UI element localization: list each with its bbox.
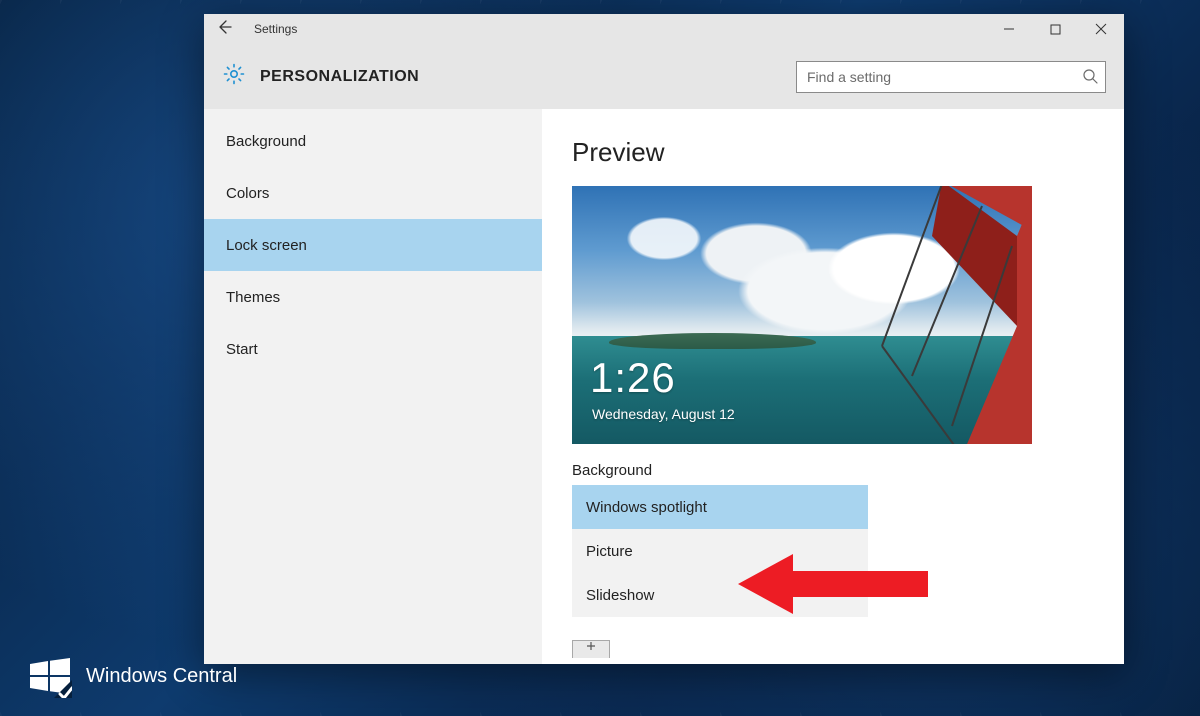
search-input[interactable] — [796, 61, 1106, 93]
back-arrow-icon — [216, 19, 232, 35]
sidebar: Background Colors Lock screen Themes Sta… — [204, 109, 542, 664]
dropdown-option-label: Picture — [586, 543, 633, 560]
sidebar-item-label: Lock screen — [226, 237, 307, 254]
window-controls — [986, 14, 1124, 44]
lock-screen-preview[interactable]: 1:26 Wednesday, August 12 — [572, 186, 1032, 444]
lock-screen-time: 1:26 — [590, 354, 676, 402]
back-button[interactable] — [216, 19, 244, 40]
plane-wing-graphic — [812, 186, 1032, 444]
page-heading: PERSONALIZATION — [260, 68, 419, 86]
dropdown-option-slideshow[interactable]: Slideshow — [572, 573, 868, 617]
sidebar-item-label: Themes — [226, 289, 280, 306]
titlebar: Settings — [204, 14, 1124, 44]
desktop-background: Settings — [0, 0, 1200, 716]
background-label: Background — [572, 462, 1094, 479]
settings-body: Background Colors Lock screen Themes Sta… — [204, 109, 1124, 664]
sidebar-item-themes[interactable]: Themes — [204, 271, 542, 323]
plus-icon — [586, 641, 596, 651]
watermark: Windows Central — [28, 654, 237, 698]
dropdown-option-picture[interactable]: Picture — [572, 529, 868, 573]
settings-header: PERSONALIZATION — [204, 44, 1124, 109]
sidebar-item-background[interactable]: Background — [204, 115, 542, 167]
preview-island — [609, 333, 816, 348]
watermark-text: Windows Central — [86, 665, 237, 688]
sidebar-item-label: Colors — [226, 185, 269, 202]
minimize-button[interactable] — [986, 14, 1032, 44]
dropdown-option-label: Slideshow — [586, 587, 654, 604]
search-icon — [1082, 68, 1098, 89]
sidebar-item-label: Background — [226, 133, 306, 150]
dropdown-option-label: Windows spotlight — [586, 499, 707, 516]
lock-screen-date: Wednesday, August 12 — [592, 406, 735, 422]
window-title: Settings — [244, 22, 297, 36]
sidebar-item-colors[interactable]: Colors — [204, 167, 542, 219]
sidebar-item-lock-screen[interactable]: Lock screen — [204, 219, 542, 271]
gear-icon — [222, 62, 246, 91]
watermark-logo-icon — [28, 654, 72, 698]
preview-heading: Preview — [572, 137, 1094, 168]
background-dropdown[interactable]: Windows spotlight Picture Slideshow — [572, 485, 868, 617]
add-button-partial[interactable] — [572, 640, 610, 658]
maximize-button[interactable] — [1032, 14, 1078, 44]
content-pane: Preview 1:26 — [542, 109, 1124, 664]
sidebar-item-start[interactable]: Start — [204, 323, 542, 375]
settings-window: Settings — [204, 14, 1124, 664]
search-container — [796, 61, 1106, 93]
sidebar-item-label: Start — [226, 341, 258, 358]
close-button[interactable] — [1078, 14, 1124, 44]
dropdown-option-windows-spotlight[interactable]: Windows spotlight — [572, 485, 868, 529]
